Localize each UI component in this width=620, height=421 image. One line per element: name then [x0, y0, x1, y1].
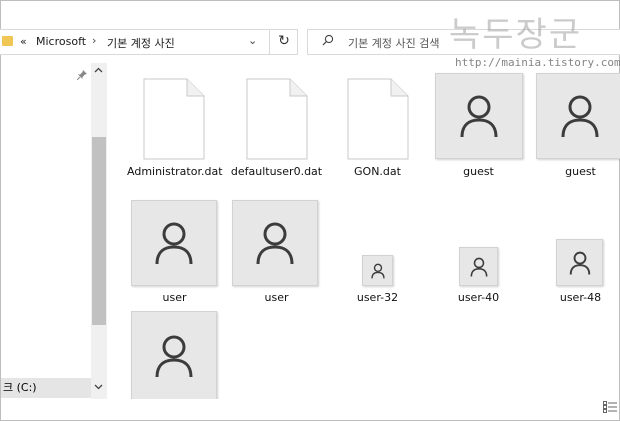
breadcrumb-overflow[interactable]: « [20, 35, 27, 48]
watermark: 녹두장군 http://mainia.tistory.com [449, 7, 620, 77]
user-image-thumbnail [556, 239, 603, 286]
address-bar[interactable]: « Microsoft › 기본 계정 사진 ⌄ [0, 29, 298, 55]
document-icon [143, 78, 205, 160]
file-item-guest-2[interactable]: guest [533, 73, 620, 183]
details-view-icon[interactable] [603, 401, 617, 416]
scroll-up-icon[interactable] [94, 66, 103, 76]
file-name: GON.dat [354, 165, 401, 178]
chevron-down-icon[interactable]: ⌄ [248, 34, 257, 47]
file-name: user [162, 291, 187, 304]
file-name: guest [463, 165, 494, 178]
scroll-down-icon[interactable] [94, 383, 103, 393]
watermark-title: 녹두장군 [449, 15, 583, 55]
user-icon [155, 335, 193, 378]
user-icon [370, 263, 385, 278]
file-item-user-32[interactable]: user-32 [330, 200, 425, 308]
refresh-button[interactable]: ↻ [269, 29, 298, 55]
search-placeholder: 기본 계정 사진 검색 [348, 37, 440, 50]
file-name: Administrator.dat [127, 165, 223, 178]
file-name: user-48 [559, 291, 602, 304]
file-explorer-window: « Microsoft › 기본 계정 사진 ⌄ ↻ 기본 계정 사진 검색 녹… [0, 0, 620, 421]
user-image-thumbnail [362, 255, 393, 286]
scrollbar-thumb[interactable] [92, 137, 106, 325]
breadcrumb-current-folder[interactable]: 기본 계정 사진 [107, 35, 175, 51]
file-item-user-48[interactable]: user-48 [533, 200, 620, 308]
folder-icon [2, 36, 13, 46]
pin-icon[interactable] [76, 70, 87, 83]
file-item-user-40[interactable]: user-40 [431, 200, 526, 308]
file-item-user-2[interactable]: user [229, 200, 324, 308]
user-icon [460, 95, 498, 138]
user-image-thumbnail [435, 73, 523, 159]
breadcrumb-separator-icon[interactable]: › [92, 34, 96, 47]
file-item-administrator[interactable]: Administrator.dat [127, 73, 223, 198]
user-image-thumbnail [536, 73, 620, 159]
user-image-thumbnail [131, 200, 217, 286]
file-item-gon[interactable]: GON.dat [330, 73, 425, 198]
document-icon [347, 78, 409, 160]
document-icon [246, 78, 308, 160]
user-image-thumbnail [459, 247, 498, 286]
file-item-defaultuser0[interactable]: defaultuser0.dat [229, 73, 324, 198]
file-name: defaultuser0.dat [230, 165, 323, 178]
user-icon [569, 251, 590, 275]
file-name: user-40 [457, 291, 500, 304]
file-name: guest [565, 165, 596, 178]
file-name: user [264, 291, 289, 304]
user-icon [470, 257, 487, 276]
user-icon [256, 222, 294, 265]
breadcrumb-microsoft[interactable]: Microsoft [36, 35, 86, 48]
user-image-thumbnail [131, 311, 217, 399]
user-icon [155, 222, 193, 265]
watermark-url: http://mainia.tistory.com [455, 56, 620, 69]
user-icon [561, 95, 599, 138]
user-image-thumbnail [232, 200, 318, 286]
file-item-guest[interactable]: guest [431, 73, 526, 183]
search-icon [322, 34, 334, 49]
file-item-user[interactable]: user [127, 200, 222, 308]
file-name: user-32 [356, 291, 399, 304]
file-item-user-partial[interactable] [127, 311, 222, 399]
nav-item-drive-c[interactable]: 크 (C:) [1, 378, 91, 398]
